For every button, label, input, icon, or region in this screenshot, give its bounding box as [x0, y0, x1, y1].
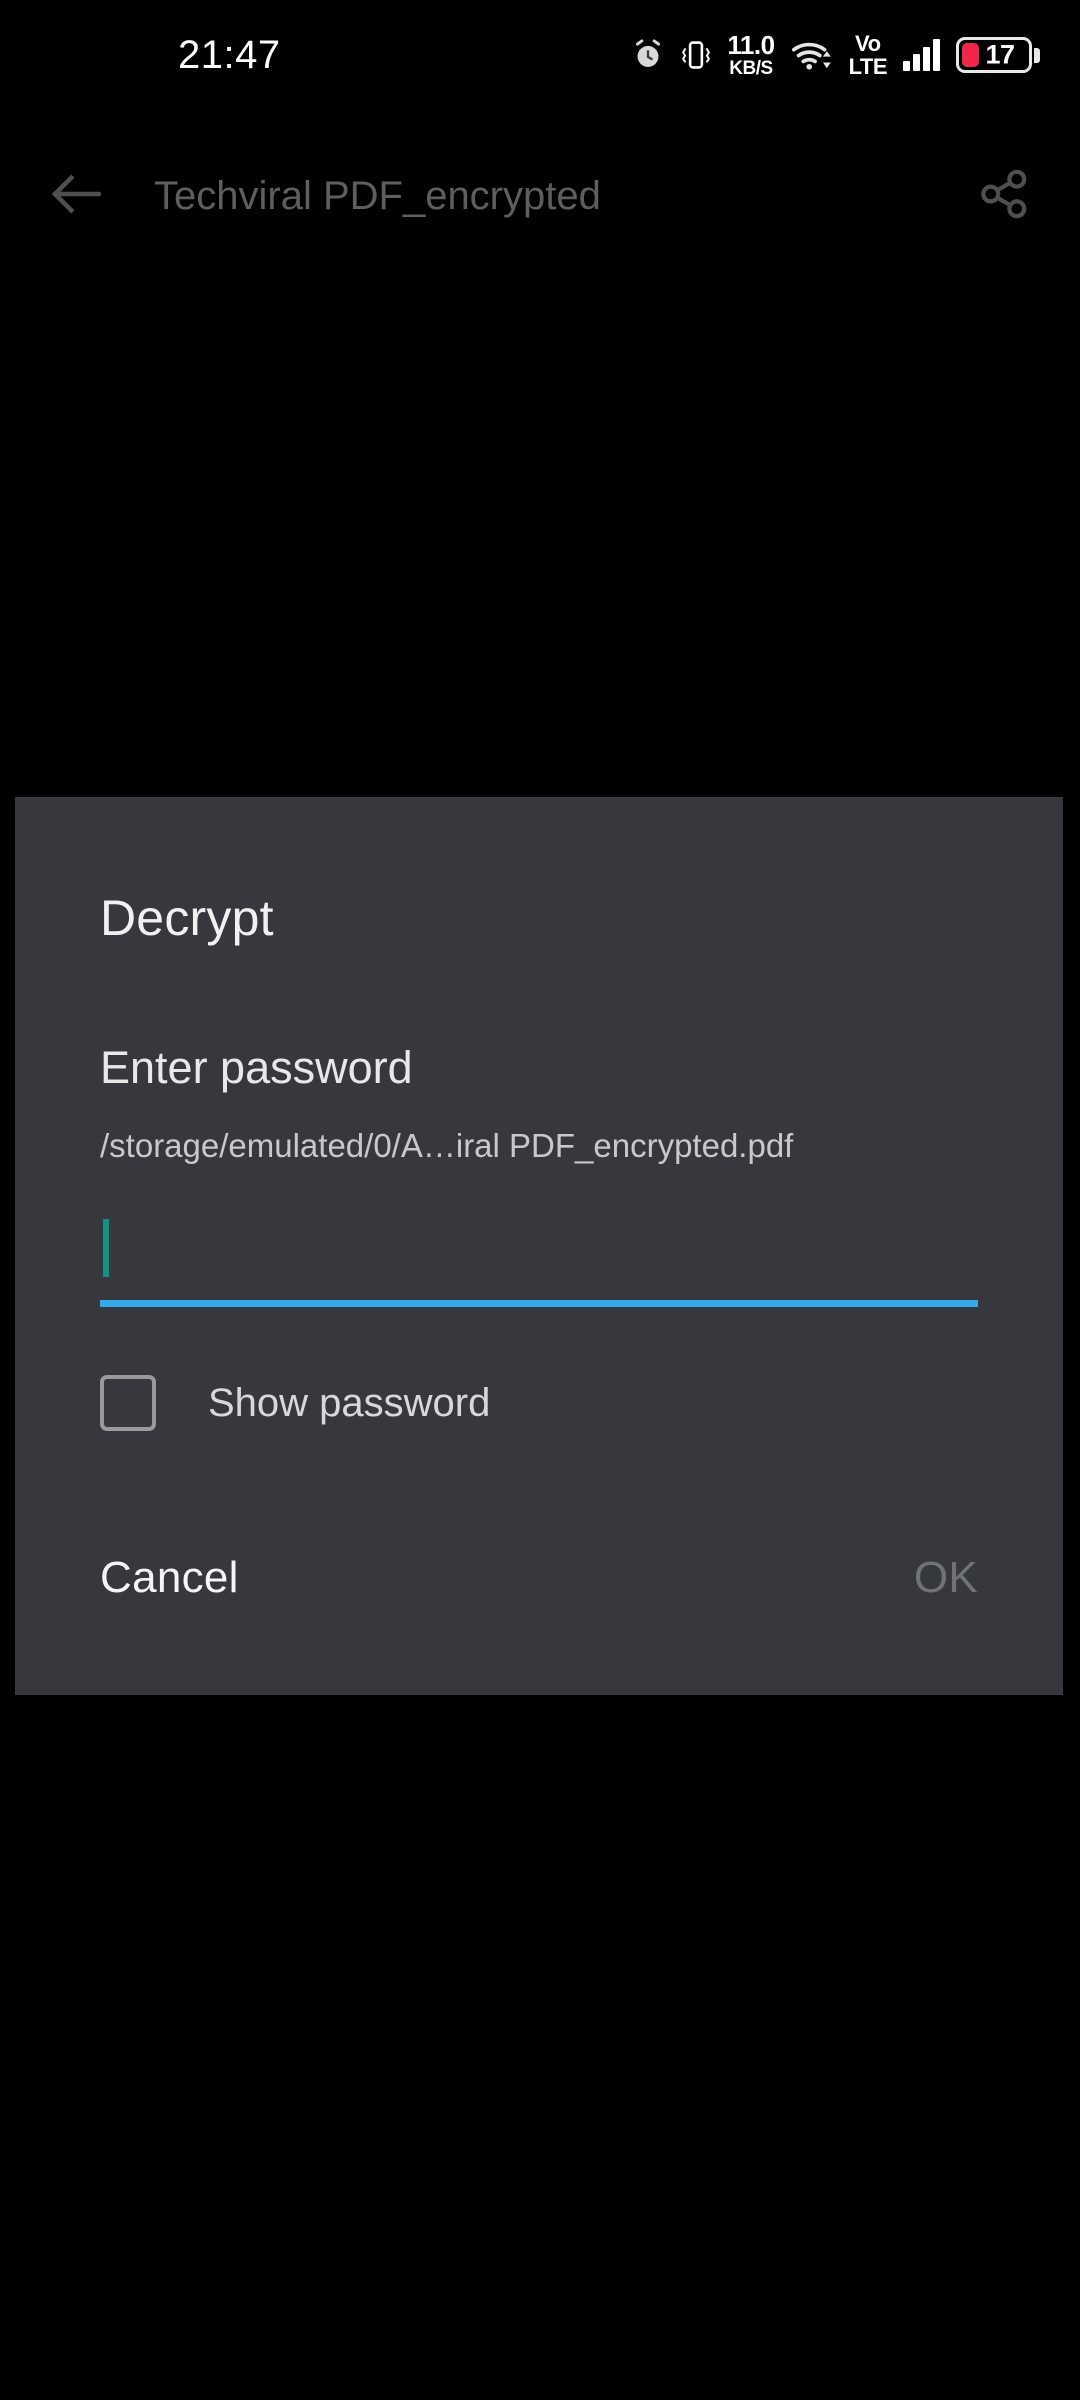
phone-screen: 21:47 11.0 KB/S Vo LTE 17 Techviral PDF_…	[0, 0, 1080, 2400]
status-bar-icons: 11.0 KB/S Vo LTE 17	[631, 31, 1040, 79]
signal-icon	[903, 39, 940, 71]
arrow-left-icon	[49, 173, 103, 220]
status-bar-clock: 21:47	[178, 32, 281, 77]
dialog-file-path: /storage/emulated/0/A…iral PDF_encrypted…	[100, 1127, 794, 1164]
network-speed-value: 11.0	[727, 30, 775, 60]
battery-icon: 17	[956, 37, 1040, 73]
battery-cap	[1034, 47, 1040, 63]
volte-top-text: Vo	[855, 30, 881, 56]
ok-button[interactable]: OK	[914, 1553, 978, 1603]
show-password-label: Show password	[208, 1380, 491, 1425]
page-title: Techviral PDF_encrypted	[154, 173, 601, 218]
battery-body: 17	[956, 37, 1032, 73]
battery-percent: 17	[985, 39, 1015, 70]
status-bar: 21:47 11.0 KB/S Vo LTE 17	[0, 0, 1080, 110]
show-password-row[interactable]: Show password	[100, 1365, 978, 1441]
dialog-actions: Cancel OK	[100, 1543, 978, 1613]
back-button[interactable]	[40, 160, 112, 232]
text-caret	[103, 1219, 109, 1277]
volte-icon: Vo LTE	[848, 30, 888, 79]
network-speed-unit: KB/S	[729, 58, 773, 79]
cancel-button[interactable]: Cancel	[100, 1553, 239, 1603]
dialog-title: Decrypt	[100, 890, 274, 946]
password-input[interactable]	[100, 1207, 978, 1307]
app-toolbar: Techviral PDF_encrypted	[0, 140, 1080, 252]
volte-bottom-text: LTE	[848, 53, 888, 79]
decrypt-dialog: Decrypt Enter password /storage/emulated…	[15, 797, 1063, 1695]
share-icon	[978, 168, 1030, 225]
share-button[interactable]	[968, 160, 1040, 232]
vibrate-icon	[681, 38, 711, 72]
password-input-underline	[100, 1300, 978, 1307]
dialog-message: Enter password	[100, 1042, 413, 1093]
alarm-icon	[631, 38, 665, 72]
network-speed-indicator: 11.0 KB/S	[727, 30, 775, 79]
show-password-checkbox[interactable]	[100, 1375, 156, 1431]
wifi-icon	[791, 38, 833, 72]
